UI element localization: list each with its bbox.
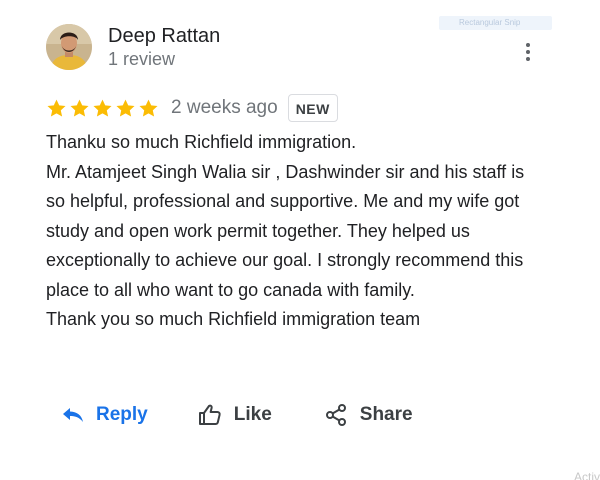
snip-overlay-tag: Rectangular Snip bbox=[439, 16, 552, 30]
like-label: Like bbox=[233, 404, 272, 425]
review-text: Thanku so much Richfield immigration. Mr… bbox=[46, 128, 546, 335]
star-icon bbox=[70, 99, 89, 117]
author-review-count: 1 review bbox=[108, 49, 176, 69]
review-header: Deep Rattan 1 review bbox=[46, 24, 220, 70]
star-icon bbox=[116, 99, 135, 117]
reply-button[interactable]: Reply bbox=[62, 400, 148, 430]
thumb-up-icon bbox=[198, 404, 221, 425]
share-button[interactable]: Share bbox=[324, 400, 413, 430]
review-date: 2 weeks ago bbox=[171, 97, 278, 118]
activate-watermark: Activ bbox=[574, 470, 600, 480]
review-line: Thank you so much Richfield immigration … bbox=[46, 309, 421, 329]
star-icon bbox=[139, 99, 158, 117]
author-info: Deep Rattan 1 review bbox=[108, 24, 220, 70]
new-badge: NEW bbox=[287, 94, 338, 122]
star-rating bbox=[46, 98, 159, 119]
review-card: Rectangular Snip Deep Rattan 1 review 2 … bbox=[0, 0, 600, 480]
review-actions: Reply Like Share bbox=[62, 400, 413, 430]
rating-row: 2 weeks ago NEW bbox=[46, 94, 338, 122]
share-icon bbox=[325, 404, 346, 426]
star-icon bbox=[47, 99, 66, 117]
share-label: Share bbox=[359, 404, 413, 425]
reply-label: Reply bbox=[96, 404, 148, 425]
review-line: Thanku so much Richfield immigration. bbox=[46, 132, 357, 152]
more-vertical-icon bbox=[526, 43, 530, 47]
author-name[interactable]: Deep Rattan bbox=[108, 24, 220, 48]
review-line: Mr. Atamjeet Singh Walia sir , Dashwinde… bbox=[46, 161, 525, 300]
avatar-image bbox=[46, 24, 92, 70]
star-icon bbox=[93, 99, 112, 117]
like-button[interactable]: Like bbox=[198, 400, 272, 430]
author-avatar[interactable] bbox=[46, 24, 92, 70]
reply-arrow-icon bbox=[63, 408, 83, 422]
more-options-button[interactable] bbox=[519, 40, 537, 64]
